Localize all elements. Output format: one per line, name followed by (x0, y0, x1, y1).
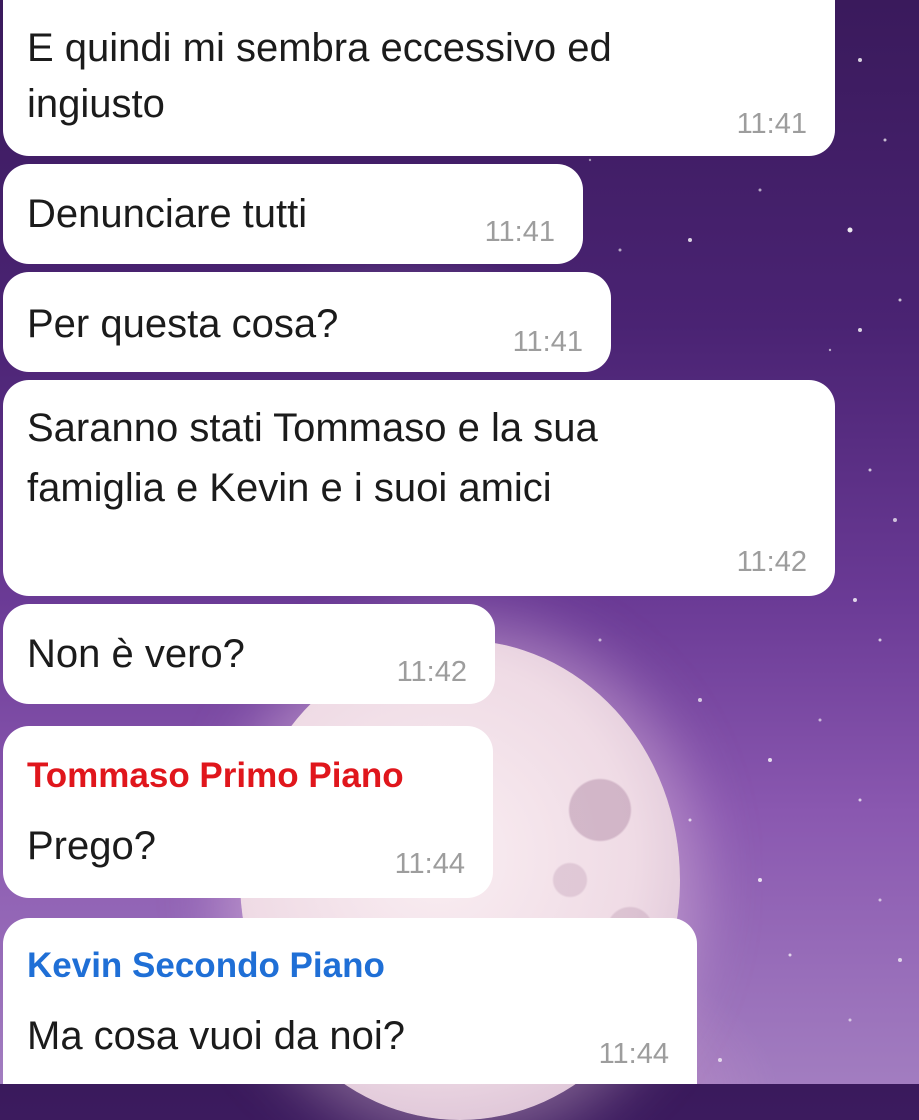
message-time: 11:41 (512, 326, 583, 358)
message-text: Non è vero? (27, 632, 245, 676)
message-text: Prego? (27, 824, 156, 868)
message-bubble[interactable]: Tommaso Primo Piano Prego? 11:44 (3, 726, 493, 898)
message-bubble[interactable]: Per questa cosa? 11:41 (3, 272, 611, 372)
message-time: 11:41 (484, 216, 555, 248)
message-text: Denunciare tutti (27, 192, 308, 236)
message-time: 11:41 (736, 108, 807, 140)
message-time: 11:44 (598, 1038, 669, 1070)
message-bubble[interactable]: Saranno stati Tommaso e la sua famiglia … (3, 380, 835, 596)
message-bubble[interactable]: Denunciare tutti 11:41 (3, 164, 583, 264)
message-text: Ma cosa vuoi da noi? (27, 1014, 406, 1058)
message-text: E quindi mi sembra eccessivo ed (27, 26, 612, 70)
message-bubble[interactable]: E quindi mi sembra eccessivo ed ingiusto… (3, 0, 835, 156)
message-bubble[interactable]: Kevin Secondo Piano Ma cosa vuoi da noi?… (3, 918, 697, 1084)
chat-message-list[interactable]: E quindi mi sembra eccessivo ed ingiusto… (0, 0, 919, 1084)
message-time: 11:42 (396, 656, 467, 688)
message-time: 11:44 (394, 848, 465, 880)
message-text: ingiusto (27, 82, 165, 126)
message-text: Per questa cosa? (27, 302, 339, 346)
message-time: 11:42 (736, 546, 807, 578)
message-bubble[interactable]: Non è vero? 11:42 (3, 604, 495, 704)
message-text: famiglia e Kevin e i suoi amici (27, 466, 552, 510)
sender-name[interactable]: Tommaso Primo Piano (27, 756, 404, 796)
sender-name[interactable]: Kevin Secondo Piano (27, 946, 385, 986)
message-text: Saranno stati Tommaso e la sua (27, 406, 598, 450)
